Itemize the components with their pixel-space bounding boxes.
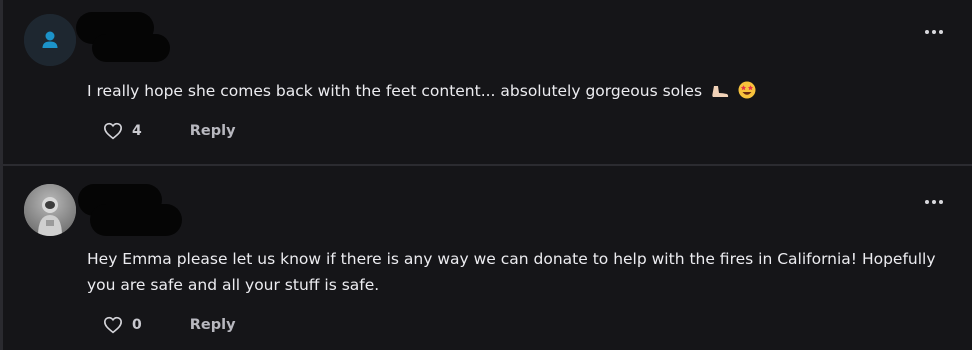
like-count: 4 [132,123,142,139]
astronaut-avatar-icon [24,184,76,236]
comment-item: I really hope she comes back with the fe… [0,0,972,165]
star-struck-emoji [738,81,756,107]
heart-icon [103,316,123,334]
user-icon [24,14,76,66]
user-avatar[interactable] [24,184,76,236]
more-options-button[interactable] [924,28,944,36]
like-button[interactable]: 0 [103,316,142,334]
user-avatar[interactable] [24,14,76,66]
foot-emoji [711,81,729,107]
comment-item: Hey Emma please let us know if there is … [0,166,972,350]
comment-actions: 4 Reply [103,122,236,140]
comment-actions: 0 Reply [103,316,236,334]
redacted-username [90,204,182,236]
like-count: 0 [132,317,142,333]
redacted-username [92,34,170,62]
more-options-button[interactable] [924,198,944,206]
reply-button[interactable]: Reply [190,123,236,139]
heart-icon [103,122,123,140]
reply-button[interactable]: Reply [190,317,236,333]
like-button[interactable]: 4 [103,122,142,140]
comment-text: Hey Emma please let us know if there is … [87,250,936,294]
comment-text: I really hope she comes back with the fe… [87,78,952,107]
